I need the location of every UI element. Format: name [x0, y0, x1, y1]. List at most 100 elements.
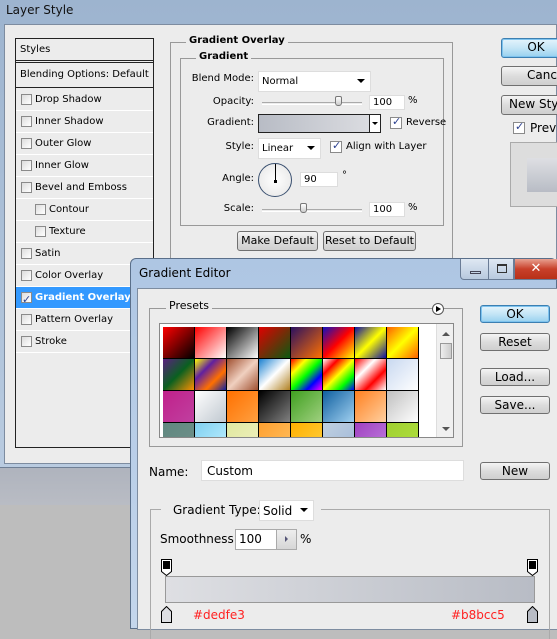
reset-button[interactable]: Reset [480, 333, 550, 351]
style-item-outer-glow[interactable]: Outer Glow [16, 133, 153, 155]
style-select[interactable]: Linear [258, 138, 321, 159]
preset-swatch[interactable] [291, 327, 323, 359]
style-checkbox[interactable] [21, 182, 32, 193]
save-button[interactable]: Save... [480, 396, 550, 414]
play-arrow-icon [436, 306, 444, 312]
style-checkbox[interactable] [21, 138, 32, 149]
preset-swatch[interactable] [163, 359, 195, 391]
style-item-label: Outer Glow [35, 138, 92, 149]
scale-slider-thumb[interactable] [300, 203, 307, 213]
scrollbar-thumb[interactable] [440, 343, 452, 359]
preview-checkbox[interactable] [513, 120, 525, 134]
scroll-up-icon[interactable] [442, 332, 450, 336]
ok-button[interactable]: OK [501, 38, 557, 58]
gradient-dropdown-arrow[interactable] [369, 115, 380, 132]
styles-header[interactable]: Styles [16, 39, 153, 63]
align-with-layer-label: Align with Layer [346, 141, 427, 152]
cancel-button[interactable]: Cancel [501, 66, 557, 86]
new-style-button[interactable]: New Style... [501, 95, 557, 115]
smoothness-label: Smoothness: [160, 532, 238, 546]
style-checkbox[interactable] [21, 94, 32, 105]
load-button[interactable]: Load... [480, 368, 550, 386]
preset-swatch[interactable] [323, 327, 355, 359]
angle-input[interactable]: 90 [300, 172, 338, 187]
preset-swatch[interactable] [355, 359, 387, 391]
preset-swatch[interactable] [355, 423, 387, 437]
preset-swatch[interactable] [323, 391, 355, 423]
preset-swatch[interactable] [387, 327, 419, 359]
style-checkbox[interactable] [35, 226, 46, 237]
opacity-input[interactable]: 100 [369, 95, 405, 110]
preset-swatch[interactable] [163, 327, 195, 359]
blend-mode-select[interactable]: Normal [258, 71, 371, 92]
maximize-button[interactable] [488, 259, 514, 280]
style-checkbox[interactable] [35, 204, 46, 215]
preset-swatch[interactable] [355, 327, 387, 359]
preset-swatch[interactable] [227, 359, 259, 391]
minimize-button[interactable] [460, 259, 489, 280]
style-item-inner-glow[interactable]: Inner Glow [16, 155, 153, 177]
style-item-bevel-and-emboss[interactable]: Bevel and Emboss [16, 177, 153, 199]
color-stop-right[interactable] [527, 605, 538, 623]
style-item-contour[interactable]: Contour [16, 199, 153, 221]
gradient-bar[interactable] [165, 576, 535, 603]
preset-swatch[interactable] [259, 423, 291, 437]
name-input[interactable]: Custom [201, 460, 464, 481]
angle-dial[interactable] [258, 163, 292, 197]
preset-swatch[interactable] [291, 359, 323, 391]
preset-swatch[interactable] [259, 359, 291, 391]
preset-swatch[interactable] [227, 327, 259, 359]
close-button[interactable]: ✕ [514, 259, 557, 280]
preset-swatch[interactable] [291, 391, 323, 423]
color-stop-left[interactable] [161, 605, 172, 623]
style-checkbox[interactable] [21, 270, 32, 281]
preset-swatch[interactable] [259, 327, 291, 359]
preset-swatch[interactable] [163, 391, 195, 423]
preset-swatch[interactable] [227, 423, 259, 437]
preset-swatch[interactable] [227, 391, 259, 423]
preset-swatch[interactable] [259, 391, 291, 423]
align-with-layer-checkbox[interactable] [330, 139, 342, 153]
angle-label: Angle: [222, 173, 254, 184]
reset-to-default-button[interactable]: Reset to Default [323, 231, 416, 251]
style-checkbox[interactable] [21, 160, 32, 171]
gradient-type-select[interactable]: Solid [259, 500, 314, 521]
style-item-drop-shadow[interactable]: Drop Shadow [16, 89, 153, 111]
preset-swatch[interactable] [323, 423, 355, 437]
preset-swatch[interactable] [163, 423, 195, 437]
preset-swatch[interactable] [323, 359, 355, 391]
presets-scrollbar[interactable] [436, 324, 453, 437]
make-default-button[interactable]: Make Default [237, 231, 318, 251]
preset-swatch[interactable] [195, 327, 227, 359]
new-button[interactable]: New [480, 462, 550, 480]
style-item-texture[interactable]: Texture [16, 221, 153, 243]
style-item-inner-shadow[interactable]: Inner Shadow [16, 111, 153, 133]
name-label: Name: [149, 465, 189, 479]
preset-swatch[interactable] [195, 359, 227, 391]
scale-input[interactable]: 100 [369, 202, 405, 217]
scroll-down-icon[interactable] [442, 427, 450, 431]
opacity-slider-thumb[interactable] [335, 96, 342, 106]
style-checkbox[interactable] [21, 289, 32, 310]
opacity-stop-left[interactable] [161, 559, 172, 577]
presets-menu-button[interactable] [432, 303, 444, 315]
preset-swatch[interactable] [387, 423, 419, 437]
reverse-checkbox[interactable] [390, 115, 402, 129]
preset-swatch[interactable] [291, 423, 323, 437]
style-checkbox[interactable] [21, 336, 32, 347]
blending-options[interactable]: Blending Options: Default [16, 64, 153, 88]
preset-swatch[interactable] [355, 391, 387, 423]
style-checkbox[interactable] [21, 248, 32, 259]
opacity-slider[interactable] [262, 102, 362, 105]
style-checkbox[interactable] [21, 314, 32, 325]
scale-slider[interactable] [262, 209, 362, 212]
opacity-stop-right[interactable] [527, 559, 538, 577]
gradient-preview-picker[interactable] [258, 114, 381, 133]
ok-button[interactable]: OK [480, 305, 550, 323]
preset-swatch[interactable] [195, 391, 227, 423]
style-checkbox[interactable] [21, 116, 32, 127]
smoothness-stepper-button[interactable] [276, 530, 296, 549]
preset-swatch[interactable] [387, 359, 419, 391]
preset-swatch[interactable] [195, 423, 227, 437]
preset-swatch[interactable] [387, 391, 419, 423]
